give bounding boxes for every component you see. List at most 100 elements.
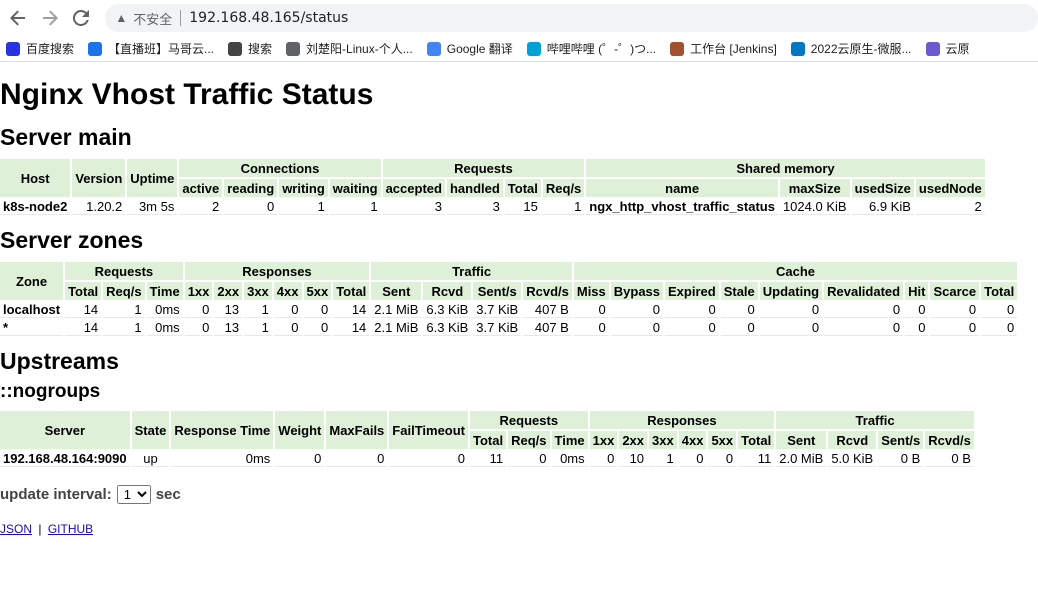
back-button[interactable] bbox=[4, 4, 32, 32]
address-bar[interactable]: ▲ 不安全 192.168.48.165/status bbox=[105, 4, 1038, 32]
table-cell: 0 bbox=[303, 320, 332, 336]
url-text[interactable]: 192.168.48.165/status bbox=[189, 10, 348, 26]
column-header: Req/s bbox=[542, 179, 585, 197]
column-header: Total bbox=[65, 282, 102, 300]
table-cell: 2.1 MiB bbox=[371, 320, 422, 336]
th-maxfails: MaxFails bbox=[326, 411, 388, 449]
column-header: Hit bbox=[905, 282, 929, 300]
table-cell: 1 bbox=[542, 199, 585, 215]
th-version: Version bbox=[72, 159, 126, 197]
table-cell: 0 bbox=[665, 320, 719, 336]
column-header: Sent bbox=[776, 431, 827, 449]
table-cell: 0 bbox=[303, 302, 332, 318]
th-zone-requests: Requests bbox=[65, 262, 183, 280]
reload-button[interactable] bbox=[68, 4, 96, 32]
server-zones-subheaders: Total Req/s Time 1xx 2xx 3xx 4xx 5xx Total Sent Rc… bbox=[0, 282, 1018, 300]
column-header: Req/s bbox=[103, 282, 145, 300]
table-cell: 0 bbox=[720, 302, 758, 318]
column-header: usedSize bbox=[851, 179, 914, 197]
table-cell: 2.1 MiB bbox=[371, 302, 422, 318]
table-cell: 0 bbox=[573, 302, 609, 318]
th-server: Server bbox=[0, 411, 130, 449]
bookmark-label: 哔哩哔哩 (゜-゜)つ... bbox=[546, 42, 657, 56]
server-main-heading: Server main bbox=[0, 124, 132, 150]
column-header: 2xx bbox=[214, 282, 243, 300]
table-cell: 0 bbox=[275, 451, 325, 467]
table-cell: 1024.0 KiB bbox=[779, 199, 850, 215]
table-cell: 0 bbox=[678, 451, 707, 467]
table-cell: 0 bbox=[184, 302, 213, 318]
bookmark-item[interactable]: 百度搜索 bbox=[6, 40, 74, 57]
column-header: Rcvd bbox=[828, 431, 877, 449]
column-header: 3xx bbox=[649, 431, 677, 449]
column-header: Time bbox=[146, 282, 183, 300]
bookmark-item[interactable]: 云原 bbox=[925, 40, 970, 57]
bookmark-item[interactable]: 哔哩哔哩 (゜-゜)つ... bbox=[526, 40, 657, 57]
column-header: Rcvd bbox=[423, 282, 472, 300]
column-header: name bbox=[586, 179, 778, 197]
flower-icon bbox=[925, 41, 940, 56]
table-cell: 0ms bbox=[171, 451, 274, 467]
table-cell: 1 bbox=[244, 302, 272, 318]
column-header: 5xx bbox=[303, 282, 332, 300]
update-interval-select[interactable]: 1 bbox=[116, 485, 151, 504]
table-cell: 407 B bbox=[523, 302, 572, 318]
table-cell: 0 bbox=[930, 320, 980, 336]
column-header: Sent/s bbox=[473, 282, 522, 300]
table-cell: 0 bbox=[930, 302, 980, 318]
arrow-left-icon bbox=[9, 10, 25, 26]
column-header: writing bbox=[279, 179, 328, 197]
th-up-requests: Requests bbox=[470, 411, 588, 429]
table-cell: 13 bbox=[214, 302, 243, 318]
table-cell: 0 bbox=[273, 302, 302, 318]
table-row: * 14 1 0ms 0 13 1 0 0 14 2.1 MiB 6.3 KiB 3.7 KiB 407 … bbox=[0, 320, 1018, 336]
table-cell: 6.9 KiB bbox=[851, 199, 914, 215]
table-cell: 6.3 KiB bbox=[423, 302, 472, 318]
json-link[interactable]: JSON bbox=[0, 522, 32, 536]
th-weight: Weight bbox=[275, 411, 325, 449]
bookmark-item[interactable]: 搜索 bbox=[228, 40, 272, 57]
table-cell: 15 bbox=[504, 199, 541, 215]
bookmark-item[interactable]: 工作台 [Jenkins] bbox=[670, 40, 777, 57]
th-zone: Zone bbox=[0, 262, 64, 300]
column-header: Rcvd/s bbox=[523, 282, 572, 300]
page-title: Nginx Vhost Traffic Status bbox=[0, 78, 374, 111]
table-cell: 0 bbox=[610, 320, 664, 336]
bookmark-item[interactable]: 刘楚阳-Linux-个人... bbox=[286, 40, 413, 57]
table-row: k8s-node2 1.20.2 3m 5s 2 0 1 1 3 3 15 1 ngx_http_vh… bbox=[0, 199, 985, 215]
bookmark-item[interactable]: 【直播班】马哥云... bbox=[88, 40, 214, 57]
column-header: accepted bbox=[382, 179, 445, 197]
github-link[interactable]: GITHUB bbox=[48, 522, 93, 536]
table-cell: 0 bbox=[573, 320, 609, 336]
table-cell: 1 bbox=[279, 199, 328, 215]
table-cell: 0 bbox=[759, 302, 823, 318]
column-header: Sent bbox=[371, 282, 422, 300]
table-cell: 0 bbox=[905, 320, 929, 336]
table-cell: 5.0 KiB bbox=[828, 451, 877, 467]
column-header: Total bbox=[504, 179, 541, 197]
table-cell: 3.7 KiB bbox=[473, 302, 522, 318]
arrow-right-icon bbox=[42, 10, 58, 26]
column-header: active bbox=[179, 179, 223, 197]
table-cell: 0 B bbox=[925, 451, 974, 467]
update-interval-label: update interval: bbox=[0, 486, 112, 503]
table-cell: 1.20.2 bbox=[72, 199, 126, 215]
server-zones-heading: Server zones bbox=[0, 227, 144, 253]
column-header: 5xx bbox=[708, 431, 737, 449]
omnibox-divider bbox=[180, 10, 182, 26]
insecure-label[interactable]: 不安全 bbox=[133, 9, 172, 28]
u-icon bbox=[790, 41, 805, 56]
bookmark-item[interactable]: Google 翻译 bbox=[426, 40, 513, 57]
bookmark-item[interactable]: 2022云原生-微服... bbox=[790, 40, 912, 57]
forward-button[interactable] bbox=[36, 4, 64, 32]
th-failtimeout: FailTimeout bbox=[389, 411, 469, 449]
th-response-time: Response Time bbox=[171, 411, 274, 449]
column-header: Sent/s bbox=[878, 431, 924, 449]
table-cell: 6.3 KiB bbox=[423, 320, 472, 336]
warning-icon[interactable]: ▲ bbox=[115, 11, 127, 25]
column-header: usedNode bbox=[915, 179, 985, 197]
column-header: Time bbox=[551, 431, 588, 449]
column-header: Revalidated bbox=[824, 282, 904, 300]
table-cell: 0 bbox=[610, 302, 664, 318]
table-row: localhost 14 1 0ms 0 13 1 0 0 14 2.1 MiB 6.3 KiB 3.7… bbox=[0, 302, 1018, 318]
